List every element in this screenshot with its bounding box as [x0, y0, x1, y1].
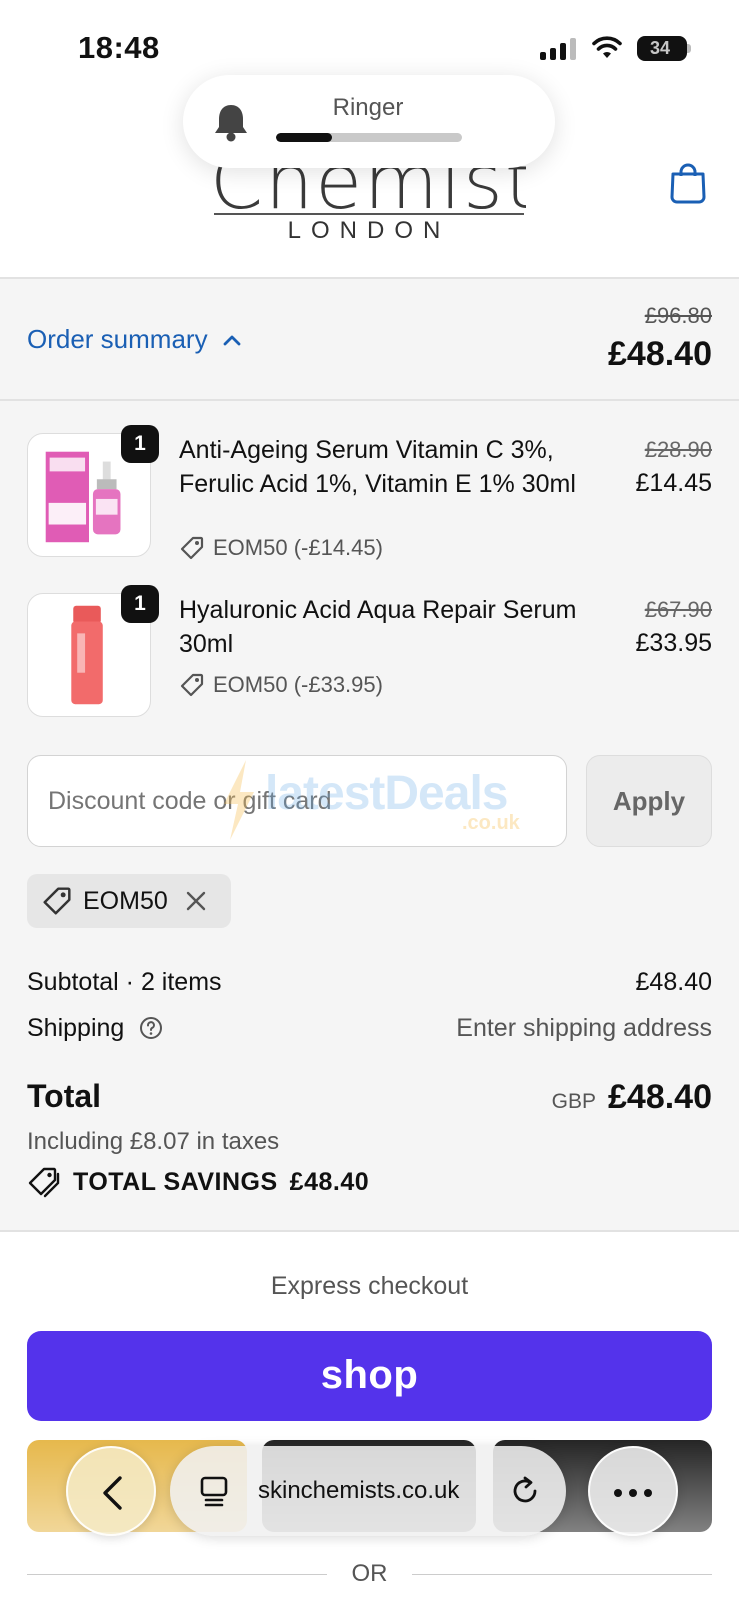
tag-icon — [43, 887, 71, 915]
back-button[interactable] — [66, 1446, 156, 1536]
item-original-price: £67.90 — [644, 597, 712, 622]
apply-discount-button[interactable]: Apply — [586, 755, 712, 847]
wifi-icon — [592, 36, 622, 58]
total-label: Total — [27, 1078, 102, 1114]
item-discount: EOM50 (-£33.95) — [179, 672, 383, 698]
item-original-price: £28.90 — [644, 437, 712, 462]
item-name: Hyaluronic Acid Aqua Repair Serum 30ml — [179, 596, 577, 658]
order-total: £48.40 — [608, 335, 712, 373]
tag-icon — [180, 673, 204, 697]
more-options-button[interactable] — [588, 1446, 678, 1536]
applied-discount-chip: EOM50 — [27, 874, 231, 928]
line-item: 1 Anti-Ageing Serum Vitamin C 3%, Feruli… — [27, 425, 712, 563]
shopping-bag-icon[interactable] — [668, 162, 708, 204]
subtotal-label: Subtotal · 2 items — [27, 968, 222, 996]
quantity-badge: 1 — [121, 585, 159, 623]
address-bar[interactable]: skinchemists.co.uk — [170, 1446, 566, 1536]
total-savings-value: £48.40 — [289, 1167, 370, 1196]
total-savings-label: TOTAL SAVINGS — [73, 1167, 278, 1196]
item-discount-text: EOM50 (-£33.95) — [213, 672, 383, 697]
or-divider: OR — [27, 1560, 712, 1600]
or-label: OR — [351, 1560, 388, 1587]
applied-discount-code: EOM50 — [83, 886, 168, 915]
clock: 18:48 — [78, 30, 160, 65]
item-name: Anti-Ageing Serum Vitamin C 3%, Ferulic … — [179, 436, 576, 498]
currency-code: GBP — [551, 1090, 596, 1113]
subtotal-value: £48.40 — [635, 968, 712, 996]
battery-icon: 34 — [637, 36, 691, 61]
express-checkout-title: Express checkout — [270, 1272, 469, 1300]
order-summary-bar[interactable]: Order summary £96.80 £48.40 — [0, 279, 739, 401]
chevron-up-icon — [223, 335, 240, 345]
battery-level: 34 — [649, 38, 671, 58]
taxes-note: Including £8.07 in taxes — [27, 1128, 280, 1155]
ringer-label: Ringer — [332, 94, 404, 121]
total-savings: TOTAL SAVINGS £48.40 — [27, 1166, 369, 1198]
order-summary-label: Order summary — [27, 324, 208, 354]
shipping-row: Shipping Enter shipping address — [27, 1014, 712, 1043]
quantity-badge: 1 — [121, 425, 159, 463]
shop-pay-button[interactable]: shop — [27, 1331, 712, 1421]
item-discount-text: EOM50 (-£14.45) — [213, 535, 383, 560]
bell-icon — [215, 105, 247, 142]
line-item: 1 Hyaluronic Acid Aqua Repair Serum 30ml… — [27, 585, 712, 723]
ringer-volume-toast: Ringer — [183, 75, 555, 168]
discount-code-input[interactable] — [27, 755, 567, 847]
page-menu-icon[interactable] — [198, 1474, 230, 1508]
order-summary-toggle[interactable]: Order summary — [27, 324, 242, 355]
reload-icon[interactable] — [508, 1474, 542, 1508]
tag-icon — [180, 536, 204, 560]
item-price: £33.95 — [635, 629, 712, 657]
item-price: £14.45 — [635, 469, 712, 497]
shipping-label: Shipping — [27, 1014, 125, 1042]
total-value: £48.40 — [608, 1078, 712, 1116]
more-icon — [614, 1489, 622, 1497]
cellular-signal-icon — [540, 38, 576, 60]
chevron-left-icon — [103, 1476, 122, 1510]
tags-icon — [28, 1167, 60, 1198]
remove-discount-icon[interactable] — [184, 889, 208, 913]
help-icon[interactable] — [139, 1016, 163, 1040]
shipping-value: Enter shipping address — [456, 1014, 712, 1042]
total-row: Total GBP £48.40 — [27, 1078, 712, 1116]
original-total: £96.80 — [644, 303, 712, 328]
store-logo-subtitle: LONDON — [287, 217, 451, 244]
subtotal-row: Subtotal · 2 items £48.40 — [27, 968, 712, 997]
url-text: skinchemists.co.uk — [258, 1477, 460, 1504]
item-discount: EOM50 (-£14.45) — [179, 535, 383, 561]
logo-divider — [214, 213, 524, 215]
ringer-volume-bar — [276, 133, 462, 142]
